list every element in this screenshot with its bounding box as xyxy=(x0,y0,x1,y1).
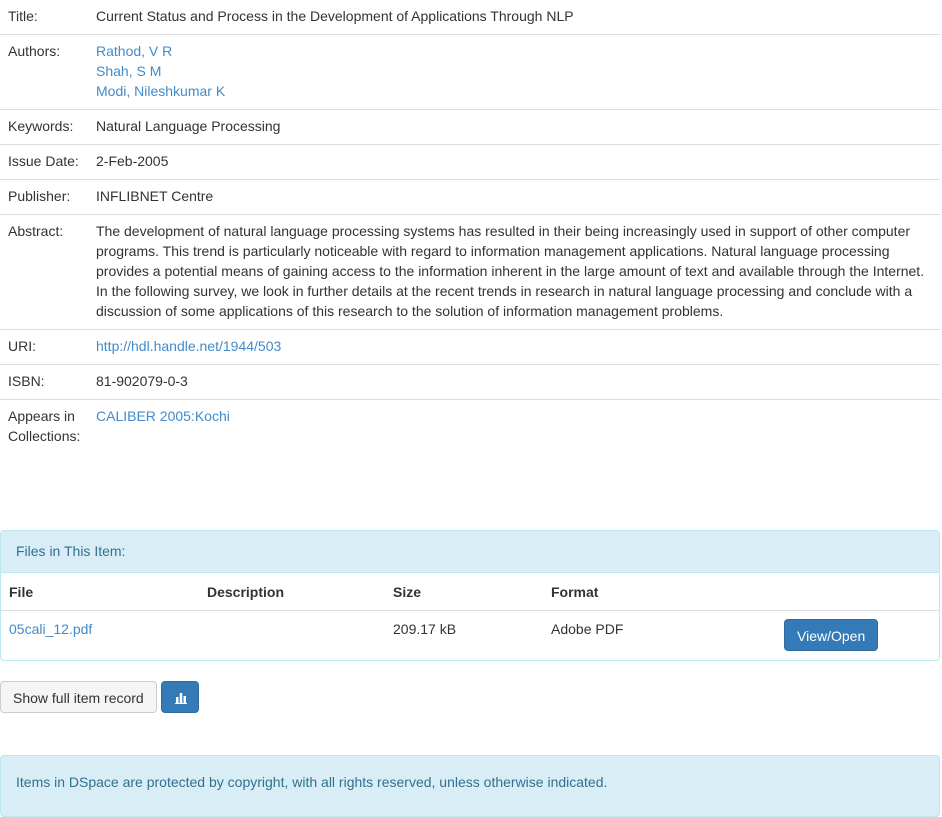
item-metadata-table: Title: Current Status and Process in the… xyxy=(0,0,940,454)
file-link[interactable]: 05cali_12.pdf xyxy=(9,621,92,637)
keywords-value: Natural Language Processing xyxy=(88,109,940,145)
statistics-button[interactable] xyxy=(161,681,199,713)
metadata-row-publisher: Publisher: INFLIBNET Centre xyxy=(0,179,940,215)
column-header-format: Format xyxy=(543,573,774,611)
copyright-notice: Items in DSpace are protected by copyrig… xyxy=(0,755,940,817)
metadata-row-issue-date: Issue Date: 2-Feb-2005 xyxy=(0,144,940,180)
metadata-row-abstract: Abstract: The development of natural lan… xyxy=(0,214,940,330)
metadata-row-uri: URI: http://hdl.handle.net/1944/503 xyxy=(0,329,940,365)
file-format-cell: Adobe PDF xyxy=(551,621,624,637)
authors-label: Authors: xyxy=(0,34,88,110)
file-name-cell: 05cali_12.pdf xyxy=(1,611,199,661)
files-table: File Description Size Format 05cali_12.p… xyxy=(1,573,939,660)
isbn-label: ISBN: xyxy=(0,364,88,400)
table-row: 05cali_12.pdf 209.17 kB Adobe PDF View/O… xyxy=(1,611,939,661)
abstract-text: The development of natural language proc… xyxy=(88,214,940,330)
file-action-wrapper: View/Open xyxy=(784,619,879,651)
title-label: Title: xyxy=(8,8,38,24)
uri-link[interactable]: http://hdl.handle.net/1944/503 xyxy=(96,338,281,354)
files-panel: Files in This Item: File Description Siz… xyxy=(0,530,940,661)
authors-list: Rathod, V R Shah, S M Modi, Nileshkumar … xyxy=(88,34,940,110)
author-link[interactable]: Rathod, V R xyxy=(96,43,172,59)
copyright-text: Items in DSpace are protected by copyrig… xyxy=(16,774,608,790)
metadata-row-keywords: Keywords: Natural Language Processing xyxy=(0,109,940,145)
uri-cell: http://hdl.handle.net/1944/503 xyxy=(88,329,940,365)
column-header-action xyxy=(774,573,939,611)
author-link[interactable]: Modi, Nileshkumar K xyxy=(96,83,225,99)
files-table-header: File Description Size Format xyxy=(1,573,939,611)
issue-date-label: Issue Date: xyxy=(0,144,88,180)
isbn-value: 81-902079-0-3 xyxy=(88,364,940,400)
bar-chart-icon xyxy=(175,693,187,704)
show-full-record-button[interactable]: Show full item record xyxy=(0,681,157,713)
publisher-label: Publisher: xyxy=(0,179,88,215)
metadata-row-isbn: ISBN: 81-902079-0-3 xyxy=(0,364,940,400)
file-size-cell: 209.17 kB xyxy=(393,621,457,637)
uri-label: URI: xyxy=(0,329,88,365)
files-panel-heading: Files in This Item: xyxy=(1,531,939,573)
metadata-row-authors: Authors: Rathod, V R Shah, S M Modi, Nil… xyxy=(0,34,940,110)
column-header-description: Description xyxy=(199,573,385,611)
collection-link[interactable]: CALIBER 2005:Kochi xyxy=(96,408,230,424)
metadata-row-title: Title: Current Status and Process in the… xyxy=(0,0,940,35)
abstract-label: Abstract: xyxy=(0,214,88,330)
view-open-button[interactable]: View/Open xyxy=(784,619,879,651)
author-link[interactable]: Shah, S M xyxy=(96,63,161,79)
file-description-cell xyxy=(199,611,385,661)
column-header-size: Size xyxy=(385,573,543,611)
issue-date-value: 2-Feb-2005 xyxy=(88,144,940,180)
metadata-row-collections: Appears in Collections: CALIBER 2005:Koc… xyxy=(0,399,940,454)
column-header-file: File xyxy=(1,573,199,611)
item-title: Current Status and Process in the Develo… xyxy=(96,8,574,24)
file-action-cell: View/Open xyxy=(774,611,939,661)
collections-cell: CALIBER 2005:Kochi xyxy=(88,399,940,454)
collections-label: Appears in Collections: xyxy=(0,399,88,454)
publisher-value: INFLIBNET Centre xyxy=(88,179,940,215)
keywords-label: Keywords: xyxy=(0,109,88,145)
